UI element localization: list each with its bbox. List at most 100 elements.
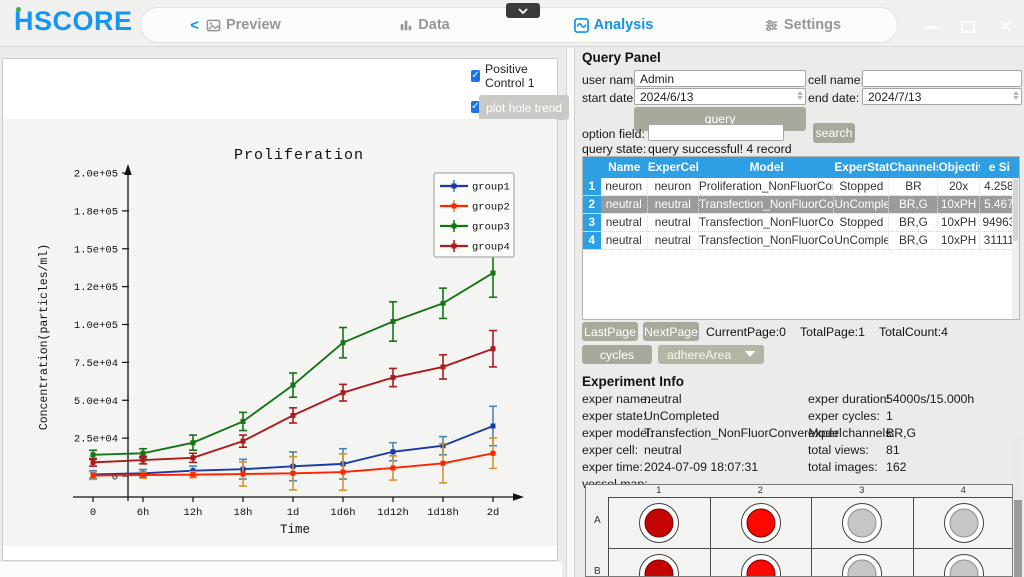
vessel-cell xyxy=(608,548,711,577)
cell-name-input[interactable] xyxy=(862,70,1022,87)
y-tick-label: 1.0e+05 xyxy=(74,320,118,332)
option-field-input[interactable] xyxy=(648,124,784,141)
table-row[interactable]: 1neuronneuronProliferation_NonFluorConve… xyxy=(583,178,1019,196)
y-tick-label: 1.5e+05 xyxy=(74,244,118,256)
settings-sliders-icon xyxy=(764,18,779,33)
vessel-well[interactable] xyxy=(741,554,781,577)
data-marker xyxy=(491,451,496,456)
tab-settings[interactable]: Settings xyxy=(708,17,897,33)
data-marker xyxy=(341,470,346,475)
tab-analysis[interactable]: Analysis xyxy=(519,17,708,33)
info-label: exper cycles: xyxy=(808,409,880,423)
info-value: 162 xyxy=(886,460,907,474)
vessel-well[interactable] xyxy=(842,554,882,577)
data-marker xyxy=(241,419,246,424)
user-name-input[interactable] xyxy=(634,70,806,87)
table-cell: neutral xyxy=(648,214,699,231)
query-panel: Query Panel user name: cell name: start … xyxy=(578,48,1024,577)
cycles-button[interactable]: cycles xyxy=(582,345,652,364)
vessel-cell xyxy=(811,497,914,549)
info-label: exper model: xyxy=(582,426,653,440)
y-tick-label: 2.0e+05 xyxy=(74,169,118,181)
data-marker xyxy=(141,458,146,463)
data-marker xyxy=(141,451,146,456)
data-marker xyxy=(191,440,196,445)
row-number-cell: 2 xyxy=(583,196,601,213)
chart-panel: ✓Positive Control 1✓Negative Control 1 p… xyxy=(2,58,558,561)
close-button[interactable]: ✕ xyxy=(999,21,1012,33)
panel-splitter[interactable] xyxy=(566,48,575,577)
start-date-spinner[interactable] xyxy=(795,91,804,100)
vessel-well[interactable] xyxy=(639,554,679,577)
vessel-well[interactable] xyxy=(944,503,984,543)
back-chevron-icon[interactable]: < xyxy=(190,17,199,34)
checkbox-label: Positive Control 1 xyxy=(485,62,557,90)
x-tick-label: 6h xyxy=(137,507,150,519)
vessel-well-fill xyxy=(949,509,978,538)
vessel-cell xyxy=(811,548,914,577)
search-button[interactable]: search xyxy=(813,123,855,143)
table-cell: 10xPH xyxy=(938,232,979,249)
table-cell: Transfection_NonFluorConverModel xyxy=(699,196,834,213)
vessel-row-label: B xyxy=(594,566,601,577)
data-marker xyxy=(191,472,196,477)
plot-hole-trend-button[interactable]: plot hole trend xyxy=(479,95,569,120)
table-row[interactable]: 2neutralneutralTransfection_NonFluorConv… xyxy=(583,196,1019,214)
title-bar: HSCORE <PreviewDataAnalysisSettings ✕ xyxy=(0,0,1024,47)
table-row[interactable]: 3neutralneutralTransfection_NonFluorConv… xyxy=(583,214,1019,232)
results-table: NameExperCellModelExperStateChannelsObje… xyxy=(582,156,1020,320)
table-header-row: NameExperCellModelExperStateChannelsObje… xyxy=(583,157,1019,178)
legend-marker xyxy=(452,204,457,209)
collapse-tab[interactable] xyxy=(506,3,540,18)
legend-label: group2 xyxy=(472,202,510,214)
tab-preview-label: Preview xyxy=(226,17,281,33)
row-number-cell: 1 xyxy=(583,178,601,195)
info-value: neutral xyxy=(644,392,682,406)
table-cell: neuron xyxy=(648,178,699,195)
vessel-well[interactable] xyxy=(741,503,781,543)
minimize-button[interactable] xyxy=(924,26,937,29)
table-row[interactable]: 4neutralneutralTransfection_NonFluorConv… xyxy=(583,232,1019,250)
end-date-input[interactable] xyxy=(862,88,1022,105)
pagination-info-part: TotalCount:4 xyxy=(879,325,948,339)
data-marker xyxy=(91,452,96,457)
vessel-well[interactable] xyxy=(944,554,984,577)
scrollbar-thumb[interactable] xyxy=(1014,500,1022,577)
table-cell: BR,G xyxy=(889,232,938,249)
data-marker xyxy=(341,390,346,395)
table-cell: 10xPH xyxy=(938,196,979,213)
data-marker xyxy=(491,270,496,275)
checkbox-positive-control[interactable]: ✓ xyxy=(471,70,480,82)
last-page-button[interactable]: LastPage xyxy=(582,322,638,341)
vessel-well[interactable] xyxy=(842,503,882,543)
vessel-well[interactable] xyxy=(639,503,679,543)
app-window: HSCORE <PreviewDataAnalysisSettings ✕ ✓P… xyxy=(0,0,1024,577)
tab-preview[interactable]: < Preview xyxy=(141,17,330,34)
table-scrollbar[interactable] xyxy=(1012,178,1019,319)
data-marker xyxy=(391,449,396,454)
bar-chart-icon xyxy=(399,18,413,32)
data-marker xyxy=(341,340,346,345)
y-tick-label: 5.0e+04 xyxy=(74,396,118,408)
preview-image-icon xyxy=(206,18,221,33)
adhere-area-dropdown[interactable]: adhereArea xyxy=(658,345,764,364)
maximize-button[interactable] xyxy=(961,21,975,33)
next-page-button[interactable]: NextPage xyxy=(643,322,699,341)
x-tick-label: 18h xyxy=(234,507,253,519)
table-header-cell: Model xyxy=(699,157,835,178)
table-cell: neutral xyxy=(601,196,648,213)
table-cell: neutral xyxy=(648,196,699,213)
vessel-cell xyxy=(608,497,711,549)
x-tick-label: 1d12h xyxy=(377,507,409,519)
x-axis-arrow xyxy=(513,493,524,500)
end-date-spinner[interactable] xyxy=(1011,91,1020,100)
y-axis-label: Concentration(particles/ml) xyxy=(38,244,51,430)
data-marker xyxy=(291,413,296,418)
start-date-input[interactable] xyxy=(634,88,806,105)
table-cell: UnCompleted xyxy=(834,232,889,249)
tab-data[interactable]: Data xyxy=(330,17,519,33)
y-tick-label: 1.2e+05 xyxy=(74,282,118,294)
tab-analysis-label: Analysis xyxy=(594,17,654,33)
table-scrollbar-thumb[interactable] xyxy=(1013,179,1018,241)
table-cell: neutral xyxy=(648,232,699,249)
